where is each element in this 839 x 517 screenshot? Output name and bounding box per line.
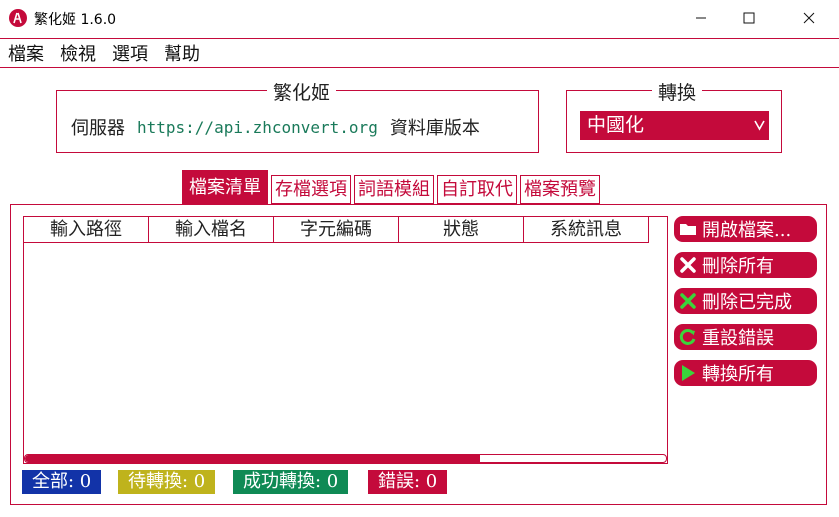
reset-errors-label: 重設錯誤 <box>702 328 774 349</box>
column-status[interactable]: 狀態 <box>399 217 524 243</box>
file-list-table[interactable]: 輸入路徑 輸入檔名 字元編碼 狀態 系統訊息 <box>23 216 668 464</box>
minimize-icon <box>696 17 706 19</box>
status-badge-pending: 待轉換: 0 <box>118 470 216 494</box>
status-badge-all: 全部: 0 <box>22 470 102 494</box>
server-info-row: 伺服器 https://api.zhconvert.org 資料庫版本 <box>71 114 480 140</box>
tab-content-panel: 輸入路徑 輸入檔名 字元編碼 狀態 系統訊息 開啟檔案... 刪除所有 刪除已完… <box>10 204 827 505</box>
service-group-title: 繁化姬 <box>267 78 337 105</box>
tab-save-options[interactable]: 存檔選項 <box>271 175 351 204</box>
close-icon <box>803 12 815 24</box>
status-badge-error: 錯誤: 0 <box>368 470 448 494</box>
close-button[interactable] <box>786 0 832 36</box>
delete-completed-button[interactable]: 刪除已完成 <box>674 288 817 314</box>
tab-bar: 檔案清單 存檔選項 詞語模組 自訂取代 檔案預覽 <box>182 170 603 204</box>
column-input-path[interactable]: 輸入路徑 <box>24 217 149 243</box>
convert-all-button[interactable]: 轉換所有 <box>674 360 817 386</box>
db-version-label: 資料庫版本 <box>389 118 480 139</box>
delete-x-icon <box>678 255 698 275</box>
column-encoding[interactable]: 字元編碼 <box>274 217 399 243</box>
status-badge-success: 成功轉換: 0 <box>233 470 349 494</box>
minimize-button[interactable] <box>678 0 724 36</box>
service-group: 繁化姬 伺服器 https://api.zhconvert.org 資料庫版本 <box>56 78 539 153</box>
delete-completed-label: 刪除已完成 <box>702 292 792 313</box>
menu-help[interactable]: 幫助 <box>156 40 208 66</box>
folder-icon <box>678 219 698 239</box>
tab-file-list[interactable]: 檔案清單 <box>182 170 268 204</box>
menu-file[interactable]: 檔案 <box>0 40 52 66</box>
file-list-header: 輸入路徑 輸入檔名 字元編碼 狀態 系統訊息 <box>24 217 649 243</box>
play-icon <box>678 363 698 383</box>
column-system-message[interactable]: 系統訊息 <box>524 217 649 243</box>
maximize-button[interactable] <box>726 0 772 36</box>
delete-completed-icon <box>678 291 698 311</box>
column-input-filename[interactable]: 輸入檔名 <box>149 217 274 243</box>
reset-errors-button[interactable]: 重設錯誤 <box>674 324 817 350</box>
menu-bar: 檔案 檢視 選項 幫助 <box>0 38 839 68</box>
tab-word-modules[interactable]: 詞語模組 <box>354 175 434 204</box>
tab-file-preview[interactable]: 檔案預覽 <box>520 175 600 204</box>
server-label: 伺服器 <box>71 118 125 139</box>
chevron-down-icon <box>754 112 765 149</box>
maximize-icon <box>743 12 755 24</box>
fanhuaji-logo-icon <box>9 9 27 27</box>
delete-all-button[interactable]: 刪除所有 <box>674 252 817 278</box>
open-files-label: 開啟檔案... <box>702 220 792 241</box>
menu-options[interactable]: 選項 <box>104 40 156 66</box>
convert-all-label: 轉換所有 <box>702 364 774 385</box>
title-bar: 繁化姬 1.6.0 <box>0 0 839 36</box>
window-title: 繁化姬 1.6.0 <box>34 12 117 28</box>
open-files-button[interactable]: 開啟檔案... <box>674 216 817 242</box>
tab-custom-replace[interactable]: 自訂取代 <box>437 175 517 204</box>
conversion-select[interactable]: 中國化 <box>580 111 769 140</box>
menu-view[interactable]: 檢視 <box>52 40 104 66</box>
convert-group: 轉換 中國化 <box>566 78 782 153</box>
refresh-icon <box>678 327 698 347</box>
conversion-selected-value: 中國化 <box>587 114 645 136</box>
scrollbar-thumb[interactable] <box>25 455 481 462</box>
convert-group-title: 轉換 <box>652 78 703 105</box>
server-url-link[interactable]: https://api.zhconvert.org <box>137 118 378 137</box>
delete-all-label: 刪除所有 <box>702 256 774 277</box>
horizontal-scrollbar[interactable] <box>24 454 667 463</box>
